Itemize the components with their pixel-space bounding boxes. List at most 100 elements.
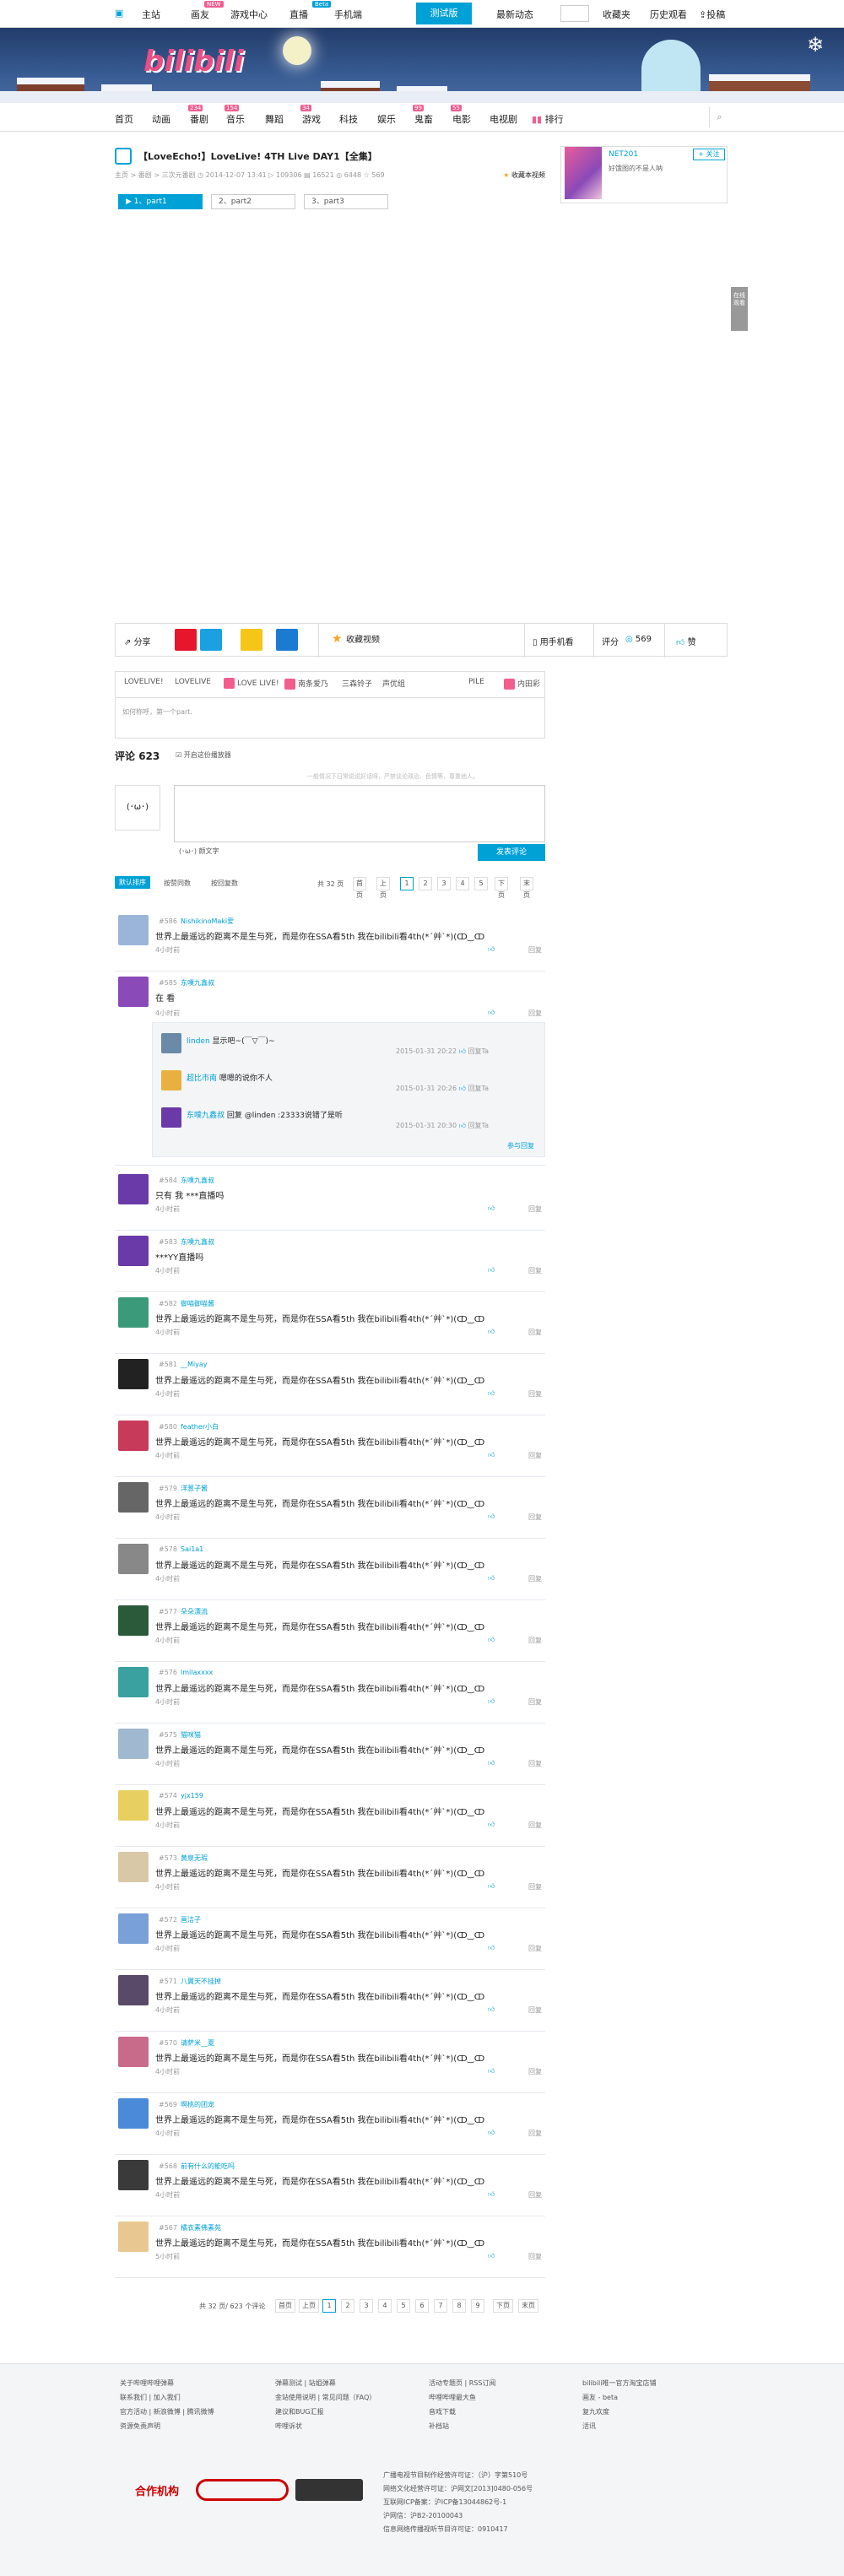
reply-button[interactable]: 回复	[528, 2005, 542, 2015]
nav-item-movie[interactable]: 55 电影	[451, 105, 471, 126]
sort-default[interactable]: 默认排序	[115, 876, 150, 889]
nav-item-dance[interactable]: 舞蹈	[265, 112, 284, 126]
commenter-name[interactable]: NishikinoMaki爱	[181, 917, 234, 925]
thumb-up-icon[interactable]: 👍︎	[459, 1122, 466, 1129]
replier-avatar[interactable]	[161, 1107, 181, 1128]
reply-button[interactable]: 回复	[528, 945, 542, 955]
topbar-history[interactable]: 历史观看	[650, 8, 687, 21]
reply-button[interactable]: 回复	[528, 1513, 542, 1522]
reply-button[interactable]: 回复	[528, 1944, 542, 1953]
replier-avatar[interactable]	[161, 1033, 181, 1053]
thumb-up-icon[interactable]: 👍︎	[459, 1047, 466, 1055]
video-player[interactable]	[115, 214, 545, 622]
uploader-name[interactable]: NET201	[609, 150, 638, 159]
commenter-name[interactable]: 东噗九鑫叔	[181, 1177, 214, 1184]
bilibili-footer-logo[interactable]	[295, 2479, 363, 2501]
send-comment-button[interactable]: 发表评论	[478, 844, 545, 861]
footer-link[interactable]: 弹幕测试 | 站姐弹幕	[275, 2376, 376, 2390]
nav-item-game[interactable]: 34 游戏	[300, 105, 321, 126]
nav-item-rank[interactable]: ▮▮ 排行	[532, 112, 564, 126]
weibo-icon[interactable]	[175, 629, 197, 651]
commenter-avatar[interactable]	[118, 2098, 149, 2129]
like-button[interactable]: 👍︎	[488, 1882, 495, 1891]
reply-button[interactable]: 回复	[528, 2190, 542, 2200]
topbar-upload[interactable]: ⇪投稿	[699, 8, 725, 21]
like-button[interactable]: 👍︎	[488, 1451, 495, 1459]
topbar-home[interactable]: 主站	[142, 8, 160, 21]
replier-name[interactable]: linden	[187, 1037, 210, 1046]
commenter-avatar[interactable]	[118, 1790, 149, 1821]
page-number[interactable]: 1	[400, 877, 414, 890]
reply-button[interactable]: 回复	[528, 1759, 542, 1768]
like-button[interactable]: 👍︎	[488, 1513, 495, 1521]
tag[interactable]: LOVELIVE!	[124, 678, 164, 686]
reply-button[interactable]: 回复	[528, 1266, 542, 1275]
tv-icon[interactable]: ▣	[115, 8, 123, 19]
reply-button[interactable]: 回复Ta	[468, 1085, 489, 1092]
commenter-name[interactable]: 画洁子	[181, 1916, 201, 1924]
commenter-name[interactable]: 东噗九鑫叔	[181, 1238, 214, 1246]
commenter-name[interactable]: 东噗九鑫叔	[181, 979, 214, 987]
commenter-avatar[interactable]	[118, 1667, 149, 1697]
footer-link[interactable]: 活动专题页 | RSS订阅	[429, 2376, 496, 2390]
page-number[interactable]: 2	[419, 877, 432, 890]
footer-link[interactable]: 音戏下载	[429, 2405, 496, 2419]
nav-item-home[interactable]: 首页	[115, 112, 133, 126]
page-prev[interactable]: 上页	[376, 877, 390, 899]
thumb-up-icon[interactable]: 👍︎	[459, 1085, 466, 1092]
like-button[interactable]: 👍︎	[488, 2190, 495, 2199]
nav-item-kichiku[interactable]: 99 鬼畜	[413, 105, 433, 126]
page-prev[interactable]: 上页	[299, 2299, 319, 2313]
page-number[interactable]: 4	[378, 2299, 392, 2313]
reply-button[interactable]: 回复	[528, 1697, 542, 1707]
tag[interactable]: LOVE LIVE!	[224, 678, 279, 689]
page-number[interactable]: 2	[341, 2299, 354, 2313]
reply-button[interactable]: 回复	[528, 1636, 542, 1645]
like-button[interactable]: 👍︎	[488, 1759, 495, 1767]
page-last[interactable]: 末页	[518, 2299, 538, 2313]
qzone-icon[interactable]	[200, 629, 222, 651]
footer-link[interactable]: 建议和BUG汇报	[275, 2405, 376, 2419]
commenter-name[interactable]: 猫咪猫	[181, 1731, 201, 1739]
favorite-link[interactable]: ★ 收藏本视频	[503, 170, 545, 180]
topbar-game[interactable]: 游戏中心	[230, 8, 268, 21]
footer-link[interactable]: 官方活动 | 新浪微博 | 腾讯微博	[120, 2405, 214, 2419]
follow-button[interactable]: + 关注	[693, 149, 725, 160]
like-button[interactable]: 👍︎	[488, 1821, 495, 1829]
like-button[interactable]: 👍︎	[488, 1204, 495, 1213]
reply-button[interactable]: 回复Ta	[468, 1047, 489, 1055]
topbar-dynamic[interactable]: 最新动态	[496, 8, 533, 21]
commenter-avatar[interactable]	[118, 2160, 149, 2190]
reply-button[interactable]: 回复	[528, 2252, 542, 2261]
like-button[interactable]: 👍︎	[488, 1944, 495, 1952]
nav-item-tv[interactable]: 电视剧	[490, 112, 517, 126]
reply-button[interactable]: 回复	[528, 1574, 542, 1583]
commenter-avatar[interactable]	[118, 1174, 149, 1204]
commenter-avatar[interactable]	[118, 1421, 149, 1451]
reply-button[interactable]: 回复	[528, 2067, 542, 2076]
reply-button[interactable]: 回复	[528, 1328, 542, 1337]
like-button[interactable]: 👍︎	[488, 945, 495, 954]
player-toggle[interactable]: ☑ 开启这份播放器	[176, 750, 231, 760]
page-last[interactable]: 末页	[520, 877, 533, 899]
kankan-logo[interactable]	[196, 2479, 289, 2501]
reply-button[interactable]: 回复	[528, 1451, 542, 1460]
footer-link[interactable]: 哔哩诉状	[275, 2419, 376, 2433]
nav-item-music[interactable]: 154 音乐	[225, 105, 245, 126]
collect-button[interactable]: ★ 收藏视频	[332, 632, 380, 646]
like-button[interactable]: 👍︎	[488, 1636, 495, 1644]
page-next[interactable]: 下页	[495, 877, 508, 899]
tag[interactable]: 南条爱乃	[284, 678, 328, 690]
more-replies-button[interactable]: 参与回复	[507, 1141, 534, 1150]
sort-replies[interactable]: 按回复数	[211, 879, 238, 888]
replier-avatar[interactable]	[161, 1070, 181, 1090]
part-tab[interactable]: ▶ 1、part1	[118, 194, 203, 209]
bilibili-logo[interactable]: bilibili	[143, 45, 279, 91]
like-button[interactable]: 👍︎	[488, 2005, 495, 2014]
commenter-name[interactable]: 朵朵漂流	[181, 1608, 208, 1615]
page-first[interactable]: 首页	[275, 2299, 295, 2313]
page-number[interactable]: 5	[397, 2299, 410, 2313]
commenter-avatar[interactable]	[118, 1975, 149, 2005]
side-float-button[interactable]: 在线观看	[731, 287, 748, 331]
footer-link[interactable]: 补档站	[429, 2419, 496, 2433]
